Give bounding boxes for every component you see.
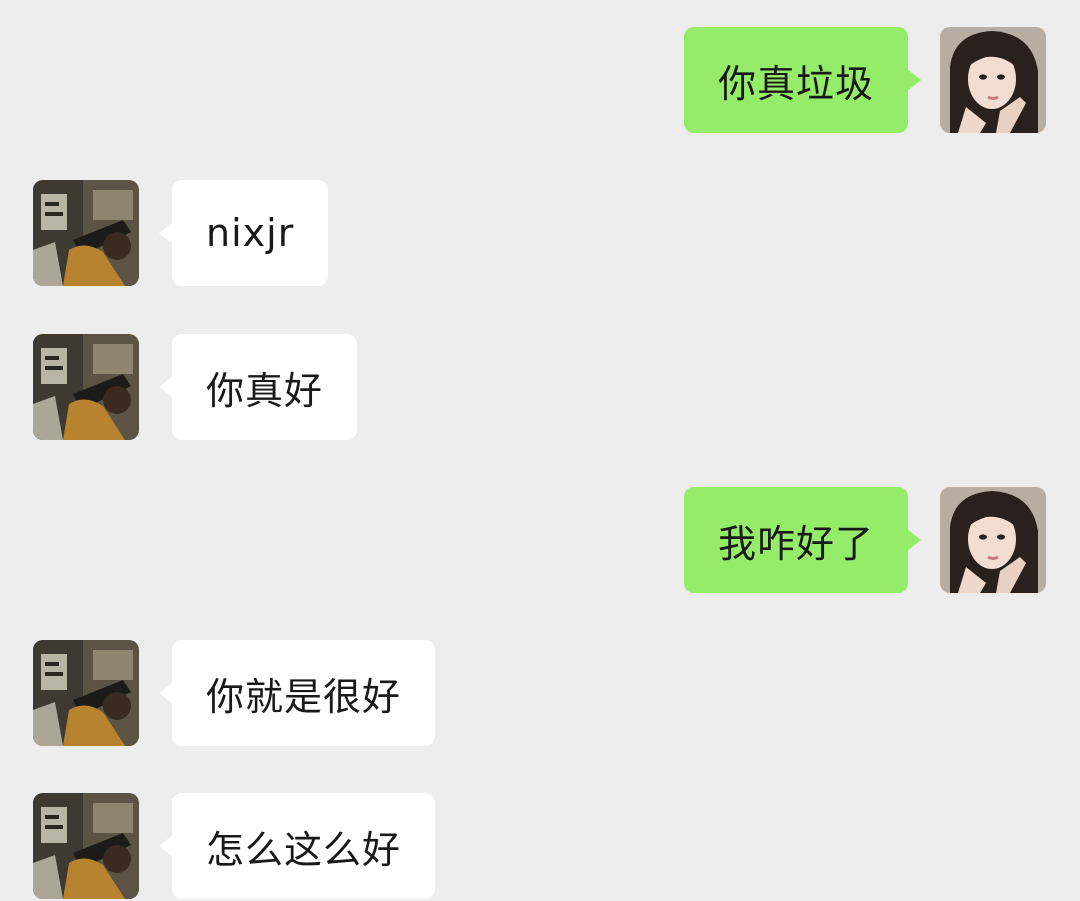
message-bubble[interactable]: nixjr [172,180,329,286]
avatar-other-photo-icon [33,334,139,440]
message-bubble[interactable]: 你就是很好 [172,640,436,746]
bubble-tail [159,682,173,704]
message-row: 我咋好了 [0,487,1080,595]
avatar-other-photo-icon [33,180,139,286]
other-avatar[interactable] [33,793,139,899]
bubble-tail [159,376,173,398]
avatar-other-photo-icon [33,793,139,899]
other-avatar[interactable] [33,334,139,440]
avatar-other-photo-icon [33,640,139,746]
self-avatar[interactable] [940,27,1046,133]
bubble-tail [159,222,173,244]
avatar-self-photo-icon [940,27,1046,133]
avatar-self-photo-icon [940,487,1046,593]
other-avatar[interactable] [33,180,139,286]
message-row: 你真垃圾 [0,27,1080,135]
self-avatar[interactable] [940,487,1046,593]
message-bubble[interactable]: 你真垃圾 [683,27,908,133]
message-row: 怎么这么好 [0,793,1080,901]
message-row: 你真好 [0,334,1080,442]
message-bubble[interactable]: 你真好 [172,334,358,440]
other-avatar[interactable] [33,640,139,746]
bubble-tail [159,835,173,857]
message-bubble[interactable]: 我咋好了 [683,487,908,593]
message-row: 你就是很好 [0,640,1080,748]
message-bubble[interactable]: 怎么这么好 [172,793,436,899]
bubble-tail [907,69,921,91]
bubble-tail [907,529,921,551]
message-row: nixjr [0,180,1080,288]
